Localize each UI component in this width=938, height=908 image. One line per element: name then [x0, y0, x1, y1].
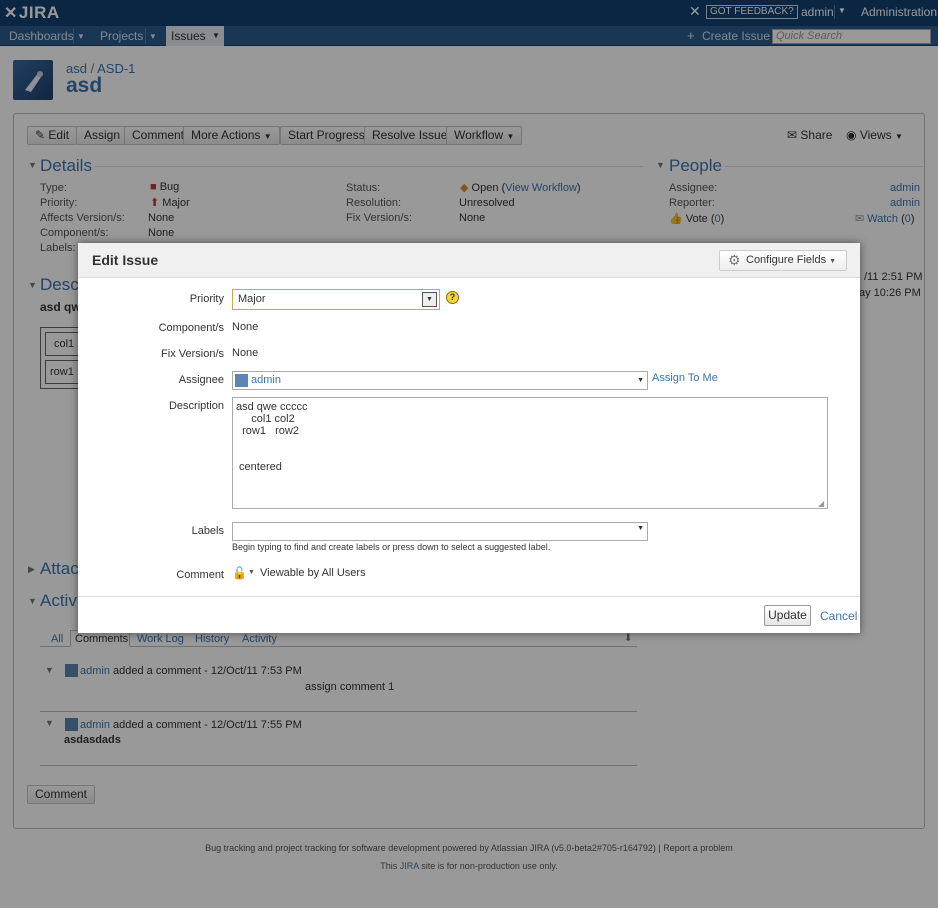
priority-select[interactable]: Major ▼ — [232, 289, 440, 310]
help-icon[interactable]: ? — [446, 291, 459, 304]
dialog-title: Edit Issue — [92, 252, 159, 268]
description-label: Description — [168, 400, 224, 412]
resize-handle-icon[interactable]: ◢ — [818, 499, 824, 508]
labels-hint: Begin typing to find and create labels o… — [232, 542, 551, 552]
description-textarea[interactable]: asd qwe ccccc col1 col2 row1 row2 center… — [232, 397, 828, 509]
comment-label: Comment — [176, 569, 224, 581]
labels-label: Labels — [191, 525, 224, 537]
edit-issue-dialog: Edit Issue ⚙ Configure Fields ▼ Priority… — [78, 243, 860, 633]
priority-label: Priority — [189, 293, 224, 305]
divider — [78, 596, 860, 597]
chevron-down-icon: ▼ — [637, 525, 644, 532]
comment-visibility: Viewable by All Users — [260, 567, 366, 579]
fix-version-label: Fix Version/s — [161, 348, 224, 360]
fix-version-value: None — [232, 347, 259, 359]
assign-to-me-link[interactable]: Assign To Me — [652, 372, 718, 384]
labels-input[interactable]: ▼ — [232, 522, 648, 541]
chevron-down-icon: ▼ — [829, 258, 837, 265]
component-label: Component/s — [158, 322, 224, 334]
chevron-down-icon: ▼ — [637, 377, 644, 384]
component-value: None — [232, 321, 259, 333]
user-avatar-icon — [235, 374, 248, 387]
assignee-select[interactable]: admin ▼ — [232, 371, 648, 390]
update-button[interactable]: Update — [764, 605, 811, 626]
configure-fields-button[interactable]: ⚙ Configure Fields ▼ — [719, 250, 847, 271]
assignee-label: Assignee — [178, 374, 224, 386]
chevron-down-icon[interactable]: ▼ — [248, 569, 255, 576]
lock-icon[interactable]: 🔓 — [232, 566, 247, 580]
gear-icon: ⚙ — [728, 252, 741, 268]
cancel-link[interactable]: Cancel — [820, 609, 857, 623]
dropdown-arrow-icon[interactable]: ▼ — [422, 292, 437, 307]
